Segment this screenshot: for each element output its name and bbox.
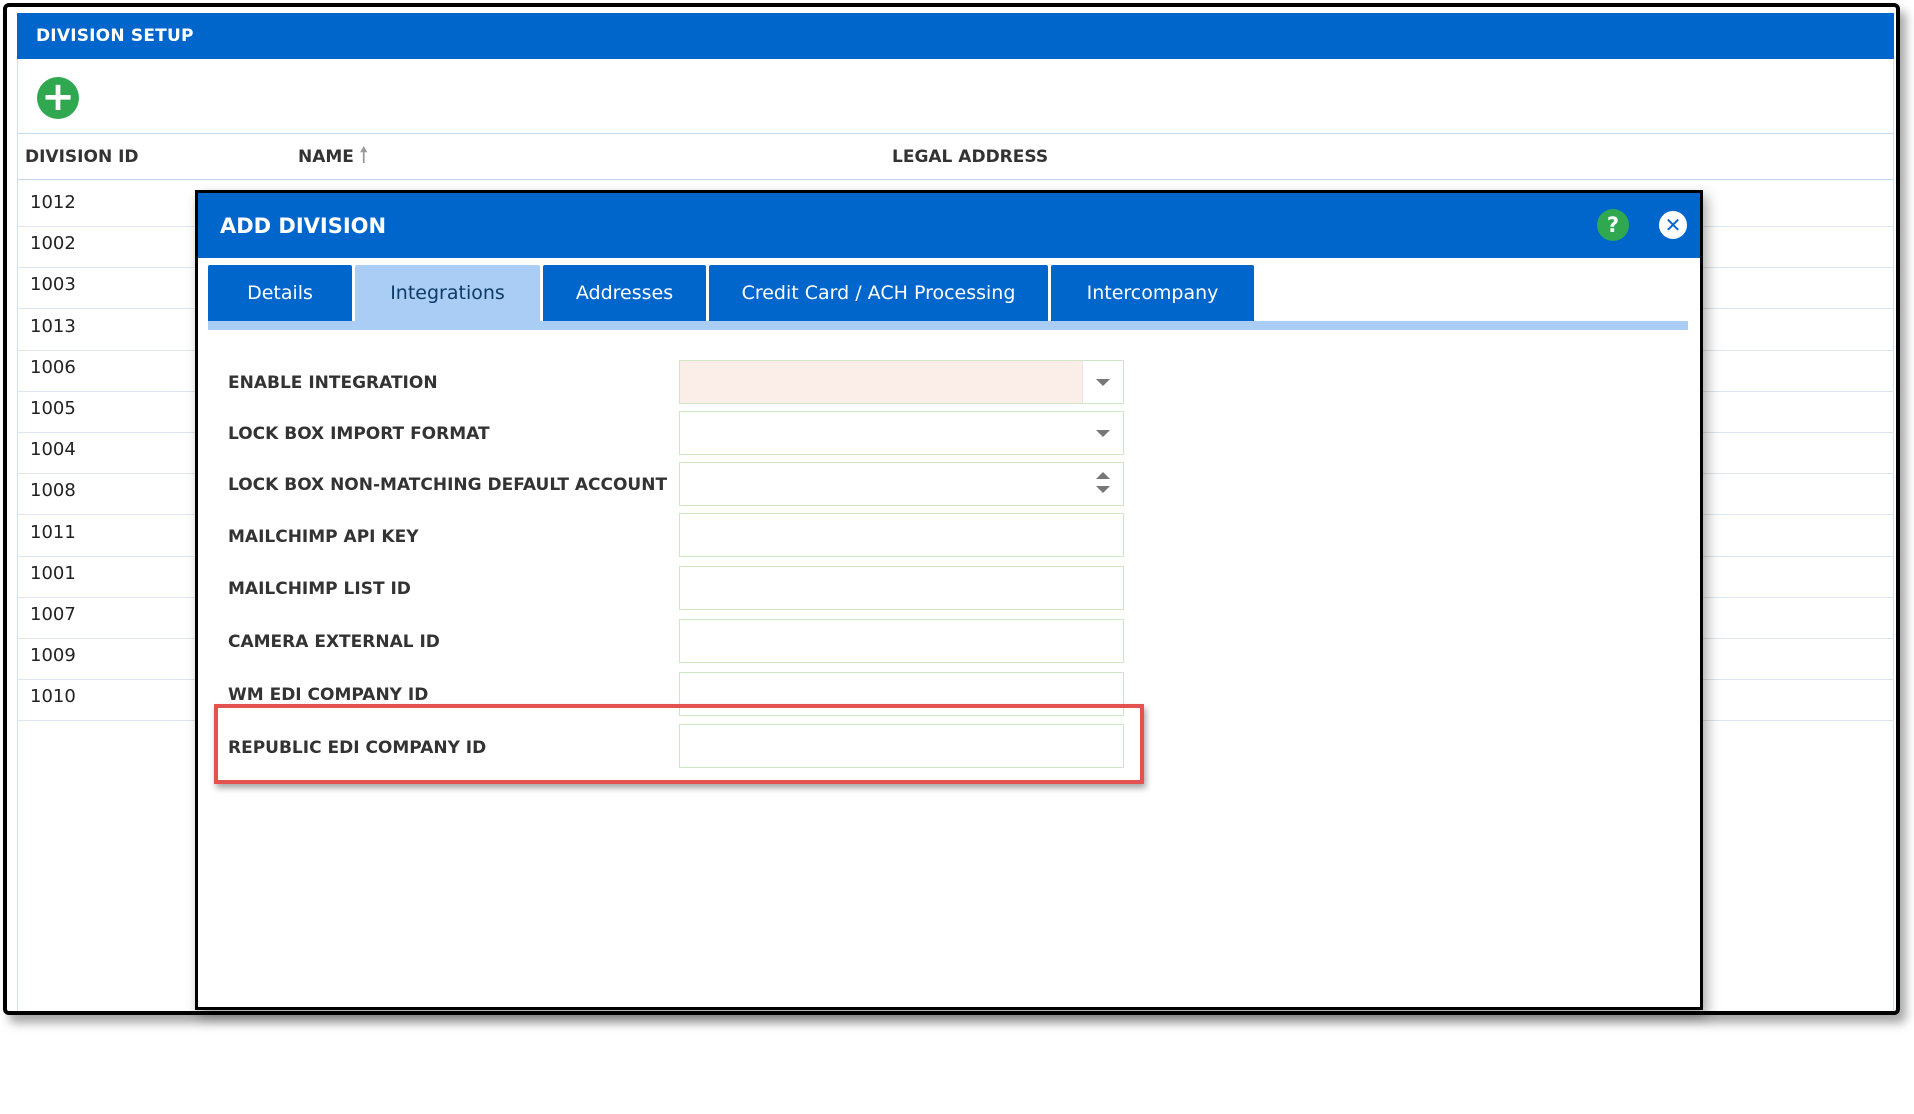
lock-box-default-account-spinner[interactable] bbox=[679, 462, 1124, 506]
division-id-cell[interactable]: 1005 bbox=[30, 398, 76, 419]
division-id-cell[interactable]: 1009 bbox=[30, 645, 76, 666]
division-id-cell[interactable]: 1011 bbox=[30, 522, 76, 543]
close-icon: ✕ bbox=[1664, 213, 1682, 237]
label-enable-integration: ENABLE INTEGRATION bbox=[228, 373, 438, 393]
label-camera-external-id: CAMERA EXTERNAL ID bbox=[228, 632, 440, 652]
label-lock-box-default-account: LOCK BOX NON-MATCHING DEFAULT ACCOUNT bbox=[228, 475, 668, 495]
spin-up-icon[interactable] bbox=[1096, 472, 1110, 479]
division-id-cell[interactable]: 1013 bbox=[30, 316, 76, 337]
division-id-cell[interactable]: 1010 bbox=[30, 686, 76, 707]
division-id-cell[interactable]: 1012 bbox=[30, 192, 76, 213]
division-id-cell[interactable]: 1003 bbox=[30, 274, 76, 295]
mailchimp-list-id-input[interactable] bbox=[679, 566, 1124, 610]
division-id-cell[interactable]: 1006 bbox=[30, 357, 76, 378]
division-id-cell[interactable]: 1007 bbox=[30, 604, 76, 625]
tab-addresses[interactable]: Addresses bbox=[543, 265, 706, 321]
column-header-name[interactable]: NAME bbox=[298, 147, 354, 167]
plus-icon: + bbox=[41, 74, 75, 120]
camera-external-id-input[interactable] bbox=[679, 619, 1124, 663]
column-header-legal-address[interactable]: LEGAL ADDRESS bbox=[892, 147, 1048, 167]
wm-edi-company-id-input[interactable] bbox=[679, 672, 1124, 716]
mailchimp-api-key-input[interactable] bbox=[679, 513, 1124, 557]
column-header-division-id[interactable]: DIVISION ID bbox=[25, 147, 139, 167]
label-mailchimp-list-id: MAILCHIMP LIST ID bbox=[228, 579, 411, 599]
division-id-cell[interactable]: 1004 bbox=[30, 439, 76, 460]
division-id-cell[interactable]: 1002 bbox=[30, 233, 76, 254]
dialog-header: ADD DIVISION ? ✕ bbox=[198, 193, 1700, 258]
tab-underline bbox=[208, 321, 1688, 330]
close-button[interactable]: ✕ bbox=[1657, 209, 1689, 241]
tab-intercompany[interactable]: Intercompany bbox=[1051, 265, 1254, 321]
header-divider bbox=[17, 179, 1894, 180]
chevron-down-icon bbox=[1096, 379, 1110, 386]
enable-integration-dropdown[interactable] bbox=[679, 360, 1124, 404]
republic-edi-company-id-input[interactable] bbox=[679, 724, 1124, 768]
question-icon: ? bbox=[1606, 213, 1620, 237]
help-button[interactable]: ? bbox=[1597, 209, 1629, 241]
label-wm-edi-company-id: WM EDI COMPANY ID bbox=[228, 685, 429, 705]
label-lock-box-import-format: LOCK BOX IMPORT FORMAT bbox=[228, 424, 490, 444]
toolbar-divider bbox=[17, 133, 1894, 134]
spinner-buttons[interactable] bbox=[1083, 463, 1123, 505]
dialog-title: ADD DIVISION bbox=[220, 214, 387, 238]
dropdown-button[interactable] bbox=[1082, 361, 1123, 403]
label-mailchimp-api-key: MAILCHIMP API KEY bbox=[228, 527, 419, 547]
dropdown-button[interactable] bbox=[1083, 412, 1123, 454]
sort-ascending-icon[interactable]: 🠕 bbox=[359, 145, 368, 167]
add-division-button[interactable]: + bbox=[37, 77, 79, 119]
right-border bbox=[1893, 59, 1894, 1011]
left-border bbox=[17, 59, 18, 1011]
division-setup-title: DIVISION SETUP bbox=[17, 13, 1894, 59]
division-id-cell[interactable]: 1008 bbox=[30, 480, 76, 501]
spin-down-icon[interactable] bbox=[1096, 486, 1110, 493]
tab-integrations[interactable]: Integrations bbox=[355, 265, 540, 321]
division-id-cell[interactable]: 1001 bbox=[30, 563, 76, 584]
add-division-dialog: ADD DIVISION ? ✕ Details Integrations Ad… bbox=[195, 190, 1703, 1010]
lock-box-import-format-dropdown[interactable] bbox=[679, 411, 1124, 455]
chevron-down-icon bbox=[1096, 430, 1110, 437]
tab-credit-card-ach[interactable]: Credit Card / ACH Processing bbox=[709, 265, 1048, 321]
tab-details[interactable]: Details bbox=[208, 265, 352, 321]
label-republic-edi-company-id: REPUBLIC EDI COMPANY ID bbox=[228, 738, 487, 758]
